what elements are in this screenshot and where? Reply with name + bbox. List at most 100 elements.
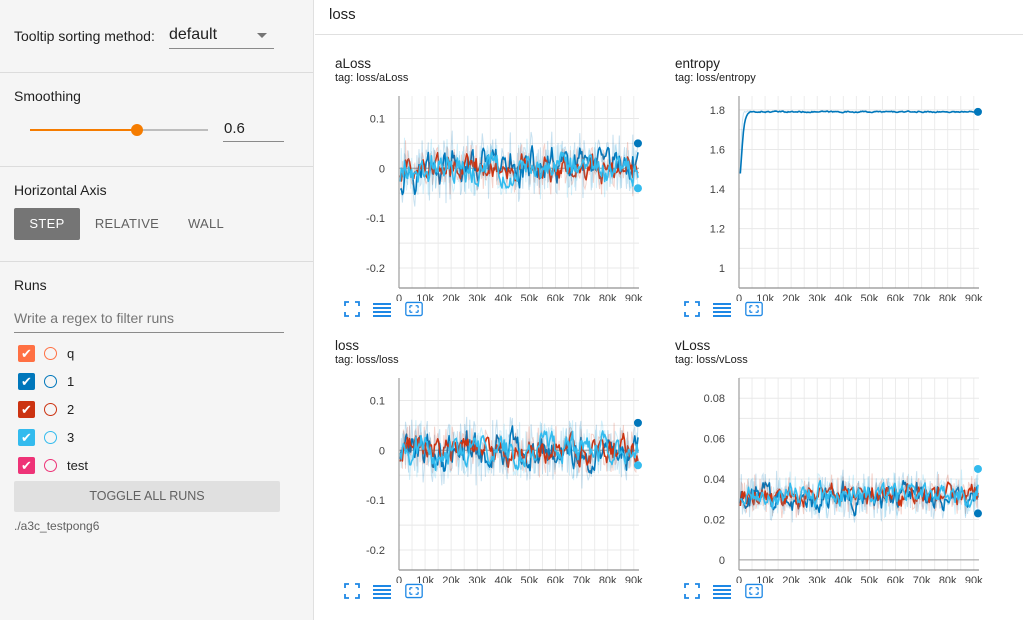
y-tick-label: 0 — [719, 555, 725, 567]
run-checkbox[interactable]: ✔ — [18, 401, 35, 418]
run-name: 3 — [67, 430, 75, 445]
x-tick-label: 50k — [521, 293, 539, 301]
run-color-icon[interactable] — [44, 431, 57, 444]
x-tick-label: 50k — [521, 575, 539, 583]
x-tick-label: 70k — [573, 575, 591, 583]
run-item-1[interactable]: ✔ 1 — [18, 372, 278, 392]
run-checkbox[interactable]: ✔ — [18, 345, 35, 362]
run-color-icon[interactable] — [44, 375, 57, 388]
y-tick-label: 0.08 — [704, 393, 725, 405]
fullscreen-icon[interactable] — [683, 300, 701, 318]
run-color-icon[interactable] — [44, 403, 57, 416]
y-tick-label: 0 — [379, 445, 385, 457]
run-color-icon[interactable] — [44, 347, 57, 360]
main-panel: loss aLoss tag: loss/aLoss 0 10k 20k 30k 40k… — [315, 0, 1023, 620]
x-tick-label: 60k — [887, 575, 905, 583]
x-tick-label: 70k — [913, 575, 931, 583]
divider — [0, 261, 313, 262]
run-checkbox[interactable]: ✔ — [18, 373, 35, 390]
relative-button[interactable]: RELATIVE — [88, 208, 166, 240]
x-tick-label: 90k — [965, 575, 983, 583]
fullscreen-icon[interactable] — [343, 300, 361, 318]
smoothing-value: 0.6 — [224, 120, 245, 137]
fit-domain-icon[interactable] — [405, 300, 423, 318]
step-button[interactable]: STEP — [14, 208, 80, 240]
chart-plot[interactable]: 0 10k 20k 30k 40k 50k 60k 70k 80k 90k0.080.060.04… — [655, 368, 990, 583]
tooltip-sort-value: default — [169, 26, 218, 43]
fullscreen-icon[interactable] — [343, 582, 361, 600]
y-tick-label: -0.2 — [366, 545, 385, 557]
x-tick-label: 20k — [442, 575, 460, 583]
y-tick-label: 0.06 — [704, 434, 725, 446]
fit-domain-icon[interactable] — [745, 582, 763, 600]
chart-tag: tag: loss/entropy — [675, 72, 756, 84]
wall-button[interactable]: WALL — [176, 208, 236, 240]
x-tick-label: 60k — [547, 293, 565, 301]
tooltip-sort-select[interactable]: default — [169, 24, 274, 49]
y-tick-label: 1.8 — [710, 105, 725, 117]
smoothing-slider[interactable] — [30, 124, 208, 136]
x-tick-label: 80k — [939, 575, 957, 583]
chart-plot[interactable]: 0 10k 20k 30k 40k 50k 60k 70k 80k 90k1.81.61.41.2… — [655, 86, 990, 301]
run-item-test[interactable]: ✔ test — [18, 456, 278, 476]
series-end-marker — [633, 418, 642, 427]
chart-plot[interactable]: 0 10k 20k 30k 40k 50k 60k 70k 80k 90k0.10-0.1-0.2 — [315, 86, 650, 301]
run-name: test — [67, 458, 88, 473]
run-item-q[interactable]: ✔ q — [18, 344, 278, 364]
y-tick-label: -0.2 — [366, 263, 385, 275]
y-tick-label: -0.1 — [366, 495, 385, 507]
x-tick-label: 50k — [861, 575, 879, 583]
fullscreen-icon[interactable] — [683, 582, 701, 600]
logdir-label: ./a3c_testpong6 — [14, 519, 100, 533]
chart-plot[interactable]: 0 10k 20k 30k 40k 50k 60k 70k 80k 90k0.10-0.1-0.2 — [315, 368, 650, 583]
x-tick-label: 0 — [396, 575, 402, 583]
runs-filter-placeholder: Write a regex to filter runs — [14, 310, 175, 326]
x-tick-label: 30k — [468, 575, 486, 583]
x-tick-label: 90k — [625, 575, 643, 583]
fit-domain-icon[interactable] — [405, 582, 423, 600]
horizontal-axis-title: Horizontal Axis — [14, 182, 107, 198]
toggle-all-runs-button[interactable]: TOGGLE ALL RUNS — [14, 481, 280, 512]
x-tick-label: 70k — [573, 293, 591, 301]
y-tick-label: 0.04 — [704, 474, 725, 486]
chart-title: entropy — [675, 56, 721, 71]
series-raw-line — [739, 109, 979, 174]
fit-domain-icon[interactable] — [745, 300, 763, 318]
x-tick-label: 90k — [965, 293, 983, 301]
y-tick-label: 1.4 — [710, 184, 725, 196]
log-scale-icon[interactable] — [713, 300, 731, 318]
run-item-3[interactable]: ✔ 3 — [18, 428, 278, 448]
y-tick-label: 0.1 — [370, 113, 385, 125]
run-name: 2 — [67, 402, 75, 417]
series-end-marker — [973, 107, 982, 116]
run-checkbox[interactable]: ✔ — [18, 429, 35, 446]
x-tick-label: 60k — [547, 575, 565, 583]
x-tick-label: 80k — [599, 293, 617, 301]
run-item-2[interactable]: ✔ 2 — [18, 400, 278, 420]
y-tick-label: 0.1 — [370, 395, 385, 407]
chart-tag: tag: loss/loss — [335, 354, 399, 366]
log-scale-icon[interactable] — [373, 300, 391, 318]
smoothing-slider-thumb[interactable] — [130, 124, 143, 136]
x-tick-label: 20k — [782, 293, 800, 301]
x-tick-label: 30k — [468, 293, 486, 301]
log-scale-icon[interactable] — [713, 582, 731, 600]
chart-card-vloss: vLoss tag: loss/vLoss 0 10k 20k 30k 40k 50k 60… — [655, 338, 990, 613]
log-scale-icon[interactable] — [373, 582, 391, 600]
y-tick-label: -0.1 — [366, 213, 385, 225]
runs-title: Runs — [14, 277, 47, 293]
tooltip-sort-label: Tooltip sorting method: — [14, 28, 155, 44]
chart-title: vLoss — [675, 338, 711, 353]
x-tick-label: 20k — [442, 293, 460, 301]
chart-card-entropy: entropy tag: loss/entropy 0 10k 20k 30k 40k 5… — [655, 56, 990, 331]
chart-card-loss: loss tag: loss/loss 0 10k 20k 30k 40k 50k 60k 7… — [315, 338, 650, 613]
x-tick-label: 40k — [494, 575, 512, 583]
y-tick-label: 1 — [719, 263, 725, 275]
smoothing-input[interactable]: 0.6 — [223, 117, 284, 142]
run-checkbox[interactable]: ✔ — [18, 457, 35, 474]
runs-filter-input[interactable]: Write a regex to filter runs — [14, 308, 284, 333]
chart-card-aloss: aLoss tag: loss/aLoss 0 10k 20k 30k 40k 50k 60… — [315, 56, 650, 331]
run-color-icon[interactable] — [44, 459, 57, 472]
group-header[interactable]: loss — [315, 0, 1023, 35]
x-tick-label: 80k — [599, 575, 617, 583]
